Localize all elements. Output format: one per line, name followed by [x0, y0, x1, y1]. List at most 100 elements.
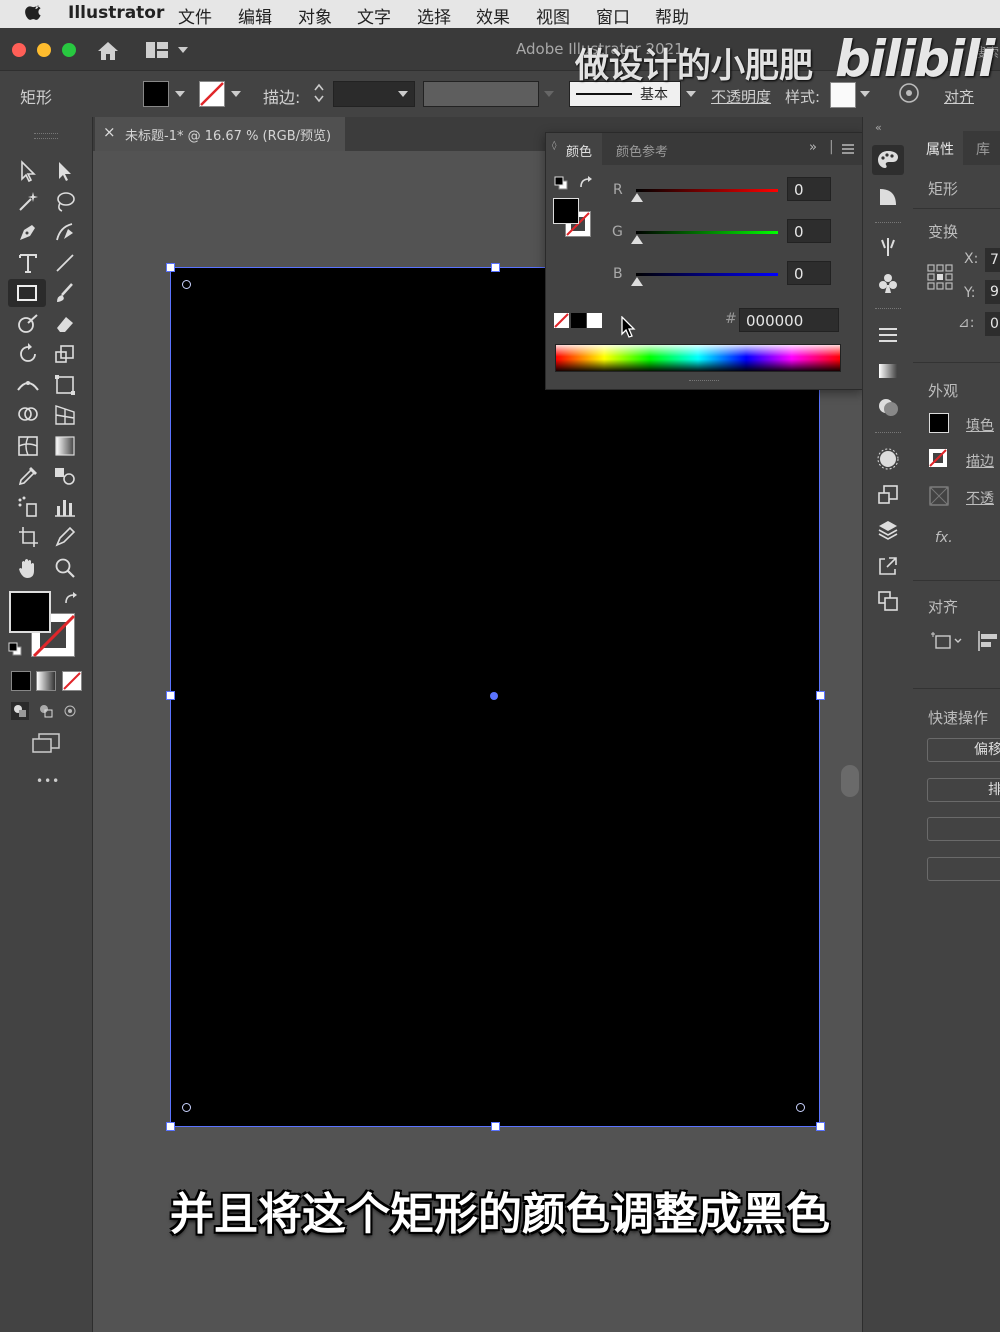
g-value-input[interactable]: 0 [787, 219, 831, 243]
menu-edit[interactable]: 编辑 [238, 3, 272, 28]
stroke-panel-icon[interactable] [877, 324, 899, 346]
angle-value-input[interactable]: 0 [985, 312, 1000, 336]
paintbrush-tool-icon[interactable] [52, 280, 78, 306]
y-value-input[interactable]: 9 [985, 280, 1000, 304]
handle-bottom-center[interactable] [491, 1122, 500, 1131]
artboards-panel-icon[interactable] [877, 590, 899, 612]
black-color-button[interactable] [571, 313, 586, 328]
color-panel-icon[interactable] [876, 148, 900, 172]
reference-point-icon[interactable] [927, 264, 953, 290]
quick-action-button-4[interactable] [927, 857, 1000, 881]
corner-widget-bottom-right[interactable] [796, 1103, 805, 1112]
menu-app-name[interactable]: Illustrator [68, 3, 164, 23]
edit-toolbar-icon[interactable]: ••• [36, 774, 60, 788]
menu-help[interactable]: 帮助 [655, 3, 689, 28]
r-slider[interactable] [636, 189, 778, 192]
hand-tool-icon[interactable] [15, 555, 41, 581]
toolbar-grip[interactable] [34, 133, 58, 139]
style-chevron-icon[interactable] [860, 91, 870, 97]
appearance-panel-icon[interactable] [877, 448, 899, 470]
fx-icon[interactable]: fx. [935, 530, 953, 546]
zoom-window-button[interactable] [62, 43, 76, 57]
stroke-swatch[interactable] [199, 81, 225, 107]
b-slider-thumb[interactable] [631, 277, 643, 286]
gradient-tool-icon[interactable] [52, 433, 78, 459]
none-color-button[interactable] [554, 313, 569, 328]
screen-mode-icon[interactable] [31, 732, 61, 754]
stroke-weight-chevron-icon[interactable] [398, 91, 408, 97]
rotate-tool-icon[interactable] [15, 341, 41, 367]
panel-default-colors-icon[interactable] [553, 175, 569, 191]
opacity-properties-link[interactable]: 不透 [966, 488, 994, 508]
menu-view[interactable]: 视图 [536, 3, 570, 28]
properties-stroke-swatch[interactable] [929, 449, 947, 467]
corner-widget-bottom-left[interactable] [182, 1103, 191, 1112]
stroke-chevron-down-icon[interactable] [231, 91, 241, 97]
handle-middle-left[interactable] [166, 691, 175, 700]
minimize-window-button[interactable] [37, 43, 51, 57]
handle-top-left[interactable] [166, 263, 175, 272]
toolbar-fill-swatch[interactable] [9, 591, 51, 633]
hex-value-input[interactable]: 000000 [739, 308, 839, 332]
properties-fill-swatch[interactable] [929, 413, 949, 433]
panel-resize-grip[interactable] [689, 380, 719, 384]
menu-file[interactable]: 文件 [178, 3, 212, 28]
close-tab-icon[interactable]: × [103, 123, 116, 141]
fill-chevron-down-icon[interactable] [175, 91, 185, 97]
zoom-tool-icon[interactable] [52, 555, 78, 581]
white-color-button[interactable] [587, 313, 602, 328]
quick-action-button-3[interactable] [927, 817, 1000, 841]
symbols-club-icon[interactable] [877, 272, 899, 294]
magic-wand-tool-icon[interactable] [15, 189, 41, 215]
menu-object[interactable]: 对象 [298, 3, 332, 28]
shaper-tool-icon[interactable] [15, 311, 41, 337]
fill-link[interactable]: 填色 [966, 415, 994, 435]
arrange-button[interactable]: 排 [927, 778, 1000, 802]
selection-tool-icon[interactable] [15, 158, 41, 184]
artboard-tool-icon[interactable] [15, 524, 41, 550]
line-segment-tool-icon[interactable] [52, 250, 78, 276]
apple-icon[interactable] [24, 3, 44, 23]
x-value-input[interactable]: 7 [985, 248, 1000, 272]
panel-collapse-icon[interactable]: ◊ [552, 141, 556, 151]
align-left-icon[interactable] [976, 630, 1000, 652]
curvature-tool-icon[interactable] [52, 219, 78, 245]
slice-tool-icon[interactable] [52, 524, 78, 550]
swap-fill-stroke-icon[interactable] [63, 591, 79, 607]
color-guide-icon[interactable] [877, 186, 899, 208]
tab-properties[interactable]: 属性 [926, 139, 954, 159]
variable-width-profile[interactable] [423, 81, 539, 107]
asset-export-icon[interactable] [877, 555, 899, 577]
draw-behind-icon[interactable] [37, 702, 55, 720]
color-mode-button[interactable] [11, 671, 31, 691]
default-fill-stroke-icon[interactable] [7, 641, 23, 657]
gradient-panel-icon[interactable] [877, 360, 899, 382]
panel-menu-icon[interactable] [842, 144, 854, 154]
graphic-styles-icon[interactable] [877, 484, 899, 506]
symbol-sprayer-tool-icon[interactable] [15, 494, 41, 520]
eyedropper-tool-icon[interactable] [15, 463, 41, 489]
handle-bottom-right[interactable] [816, 1122, 825, 1131]
type-tool-icon[interactable] [15, 250, 41, 276]
handle-top-center[interactable] [491, 263, 500, 272]
canvas-scrollbar-thumb[interactable] [841, 765, 859, 797]
offset-path-button[interactable]: 偏移 [927, 738, 1000, 762]
brush-chevron-icon[interactable] [686, 91, 696, 97]
column-graph-tool-icon[interactable] [52, 494, 78, 520]
handle-middle-right[interactable] [816, 691, 825, 700]
dock-collapse-icon[interactable]: « [875, 121, 882, 134]
document-tab[interactable]: × 未标题-1* @ 16.67 % (RGB/预览) [95, 117, 345, 151]
lasso-tool-icon[interactable] [52, 189, 78, 215]
mesh-tool-icon[interactable] [15, 433, 41, 459]
draw-normal-icon[interactable] [10, 701, 30, 721]
color-spectrum[interactable] [555, 344, 841, 372]
menu-type[interactable]: 文字 [357, 3, 391, 28]
menu-effect[interactable]: 效果 [476, 3, 510, 28]
opacity-link[interactable]: 不透明度 [711, 86, 771, 107]
menu-window[interactable]: 窗口 [596, 3, 630, 28]
menu-select[interactable]: 选择 [417, 3, 451, 28]
layers-icon[interactable] [877, 519, 899, 541]
panel-swap-colors-icon[interactable] [578, 175, 594, 191]
align-to-dropdown-icon[interactable] [930, 630, 964, 652]
b-slider[interactable] [636, 273, 778, 276]
